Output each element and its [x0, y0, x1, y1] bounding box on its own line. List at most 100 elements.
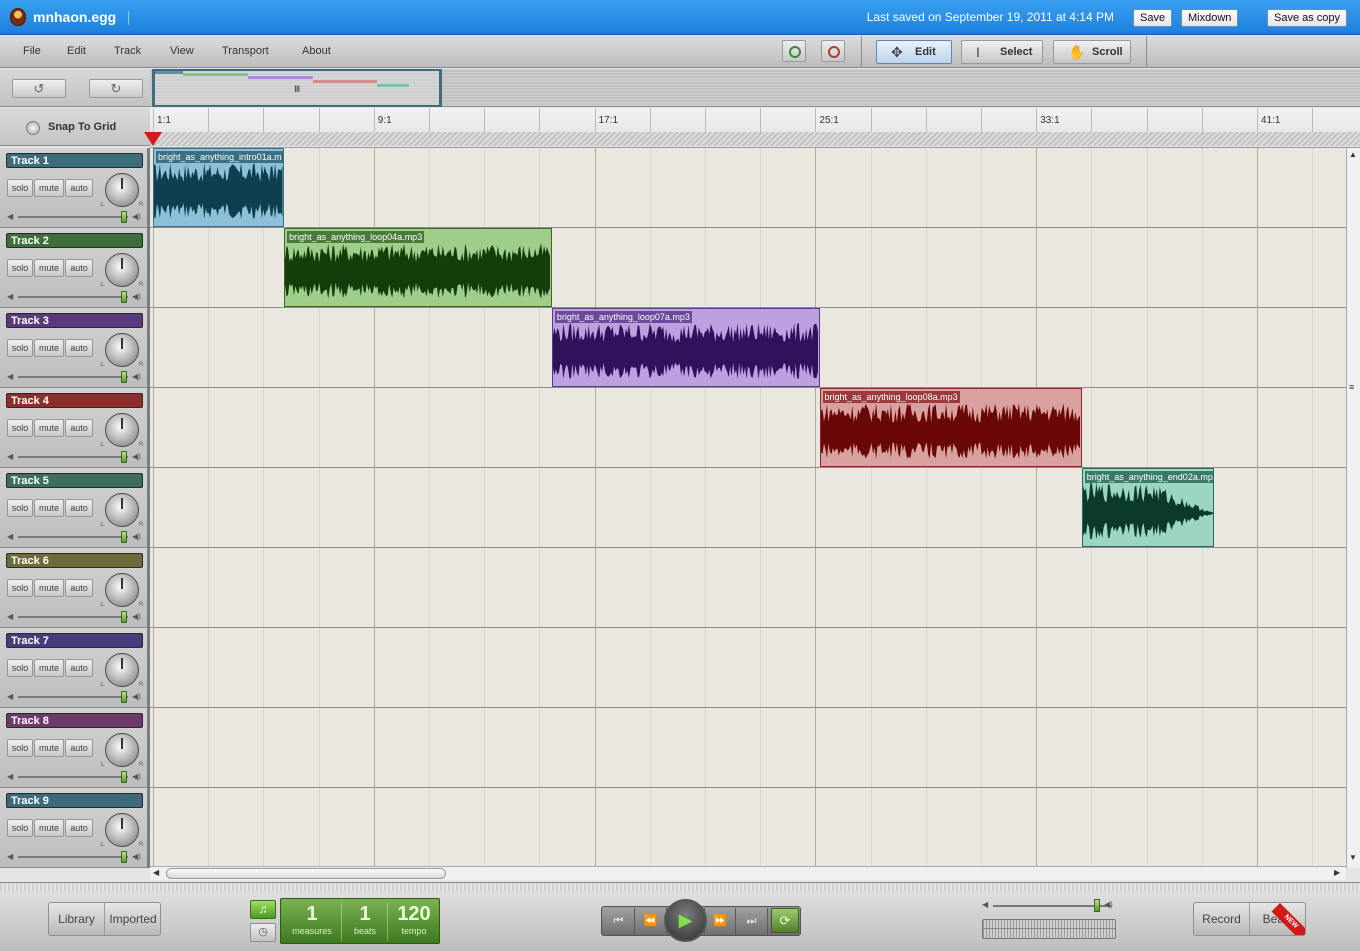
- arrangement-timeline[interactable]: bright_as_anything_intro01a.m bright_as_a…: [150, 148, 1346, 868]
- menu-file[interactable]: File: [23, 45, 41, 57]
- horizontal-scrollbar[interactable]: ◀ ▶: [150, 866, 1346, 880]
- audio-clip[interactable]: bright_as_anything_loop04a.mp3: [284, 228, 552, 307]
- edit-mode-button[interactable]: ✥ Edit: [876, 40, 952, 64]
- track-volume-slider[interactable]: [18, 216, 128, 218]
- track-volume-thumb[interactable]: [121, 851, 127, 863]
- mute-button[interactable]: mute: [34, 259, 64, 277]
- timeline-ruler[interactable]: 1:1 9:1 17:1 25:1 33:1 41:1: [144, 108, 1360, 148]
- redo-icon[interactable]: ↻: [89, 79, 143, 98]
- rewind-icon[interactable]: ⏪: [635, 908, 667, 934]
- automation-button[interactable]: auto: [65, 499, 93, 517]
- solo-button[interactable]: solo: [7, 579, 33, 597]
- pan-knob[interactable]: [105, 173, 139, 207]
- track-name-label[interactable]: Track 2: [6, 233, 143, 248]
- track-lane[interactable]: [150, 548, 1346, 628]
- record-button[interactable]: Record: [1194, 903, 1250, 935]
- track-lane[interactable]: [150, 388, 1346, 468]
- horizontal-scroll-thumb[interactable]: [166, 868, 446, 879]
- track-lane[interactable]: [150, 788, 1346, 868]
- track-lane[interactable]: [150, 148, 1346, 228]
- track-name-label[interactable]: Track 5: [6, 473, 143, 488]
- track-volume-slider[interactable]: [18, 296, 128, 298]
- solo-button[interactable]: solo: [7, 179, 33, 197]
- zoom-in-icon[interactable]: [782, 40, 806, 62]
- metronome-icon[interactable]: ♫: [250, 900, 276, 919]
- track-name-label[interactable]: Track 1: [6, 153, 143, 168]
- track-volume-thumb[interactable]: [121, 531, 127, 543]
- track-lane[interactable]: [150, 628, 1346, 708]
- automation-button[interactable]: auto: [65, 419, 93, 437]
- scroll-down-icon[interactable]: ▼: [1349, 853, 1357, 862]
- solo-button[interactable]: solo: [7, 419, 33, 437]
- track-name-label[interactable]: Track 7: [6, 633, 143, 648]
- loop-icon[interactable]: ⟳: [771, 908, 799, 933]
- audio-clip[interactable]: bright_as_anything_end02a.mp: [1081, 468, 1215, 547]
- pan-knob[interactable]: [105, 573, 139, 607]
- track-name-label[interactable]: Track 9: [6, 793, 143, 808]
- track-volume-slider[interactable]: [18, 616, 128, 618]
- menu-edit[interactable]: Edit: [67, 45, 86, 57]
- menu-view[interactable]: View: [170, 45, 194, 57]
- pan-knob[interactable]: [105, 333, 139, 367]
- select-mode-button[interactable]: I Select: [961, 40, 1043, 64]
- mute-button[interactable]: mute: [34, 579, 64, 597]
- audio-clip[interactable]: bright_as_anything_loop08a.mp3: [819, 388, 1082, 467]
- pan-knob[interactable]: [105, 493, 139, 527]
- solo-button[interactable]: solo: [7, 819, 33, 837]
- track-volume-slider[interactable]: [18, 536, 128, 538]
- track-lane[interactable]: [150, 708, 1346, 788]
- go-to-end-icon[interactable]: ⏭: [736, 908, 768, 934]
- solo-button[interactable]: solo: [7, 499, 33, 517]
- master-volume-thumb[interactable]: [1093, 899, 1100, 912]
- imported-button[interactable]: Imported: [105, 903, 161, 935]
- automation-button[interactable]: auto: [65, 579, 93, 597]
- pan-knob[interactable]: [105, 813, 139, 847]
- track-name-label[interactable]: Track 3: [6, 313, 143, 328]
- scroll-mode-button[interactable]: ✋ Scroll: [1053, 40, 1131, 64]
- menu-transport[interactable]: Transport: [222, 45, 269, 57]
- vertical-scrollbar[interactable]: ▲ ≡ ▼: [1346, 148, 1360, 868]
- playhead-marker-icon[interactable]: [144, 132, 162, 146]
- mute-button[interactable]: mute: [34, 819, 64, 837]
- audio-clip[interactable]: bright_as_anything_intro01a.m: [153, 148, 285, 227]
- automation-button[interactable]: auto: [65, 819, 93, 837]
- solo-button[interactable]: solo: [7, 259, 33, 277]
- track-volume-slider[interactable]: [18, 696, 128, 698]
- mute-button[interactable]: mute: [34, 339, 64, 357]
- track-volume-thumb[interactable]: [121, 451, 127, 463]
- overview-grip-icon[interactable]: Ⅲ: [294, 84, 300, 95]
- scroll-grip-icon[interactable]: ≡: [1349, 382, 1354, 392]
- track-volume-slider[interactable]: [18, 856, 128, 858]
- pan-knob[interactable]: [105, 413, 139, 447]
- automation-button[interactable]: auto: [65, 179, 93, 197]
- automation-button[interactable]: auto: [65, 659, 93, 677]
- automation-button[interactable]: auto: [65, 259, 93, 277]
- track-volume-thumb[interactable]: [121, 211, 127, 223]
- audio-clip[interactable]: bright_as_anything_loop07a.mp3: [551, 308, 820, 387]
- mute-button[interactable]: mute: [34, 499, 64, 517]
- scroll-up-icon[interactable]: ▲: [1349, 150, 1357, 159]
- menu-track[interactable]: Track: [114, 45, 141, 57]
- track-volume-thumb[interactable]: [121, 771, 127, 783]
- solo-button[interactable]: solo: [7, 659, 33, 677]
- mixdown-button[interactable]: Mixdown: [1181, 9, 1239, 27]
- save-button[interactable]: Save: [1133, 9, 1173, 27]
- scroll-left-icon[interactable]: ◀: [153, 868, 159, 877]
- snap-toggle-icon[interactable]: [26, 121, 40, 135]
- clock-icon[interactable]: ◷: [250, 923, 276, 942]
- save-as-copy-button[interactable]: Save as copy: [1267, 9, 1348, 27]
- track-volume-thumb[interactable]: [121, 371, 127, 383]
- track-volume-thumb[interactable]: [121, 691, 127, 703]
- go-to-start-icon[interactable]: ⏮: [603, 908, 635, 934]
- automation-button[interactable]: auto: [65, 739, 93, 757]
- play-icon[interactable]: ▶: [664, 899, 707, 942]
- snap-to-grid-control[interactable]: Snap To Grid: [0, 108, 150, 146]
- pan-knob[interactable]: [105, 733, 139, 767]
- library-button[interactable]: Library: [49, 903, 105, 935]
- solo-button[interactable]: solo: [7, 739, 33, 757]
- menu-about[interactable]: About: [302, 45, 331, 57]
- project-overview[interactable]: Ⅲ: [150, 69, 1360, 107]
- automation-button[interactable]: auto: [65, 339, 93, 357]
- mute-button[interactable]: mute: [34, 179, 64, 197]
- pan-knob[interactable]: [105, 253, 139, 287]
